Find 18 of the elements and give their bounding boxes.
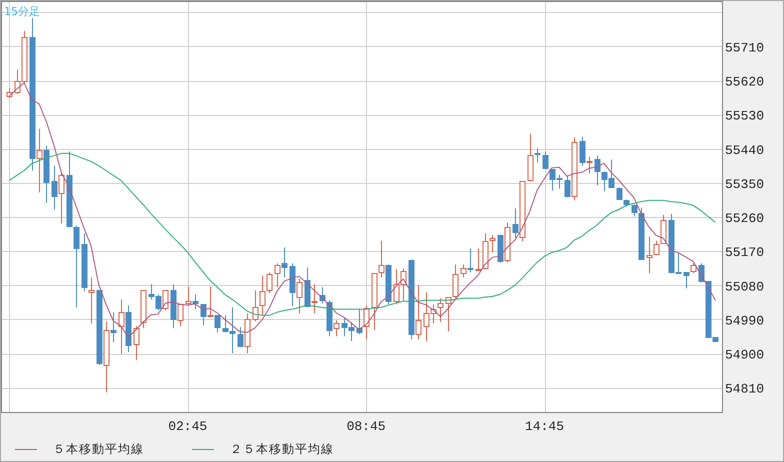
price-axis-label: 55440 xyxy=(725,142,764,158)
candlestick xyxy=(6,88,12,98)
price-axis-label: 54900 xyxy=(725,348,764,363)
chart-period-label: 15分足 xyxy=(4,5,40,18)
legend-label: ２５本移動平均線 xyxy=(230,441,334,458)
price-axis-label: 55530 xyxy=(725,108,764,124)
time-axis-label: 02:45 xyxy=(168,419,208,434)
time-axis-label: 08:45 xyxy=(346,419,386,434)
price-axis-label: 55080 xyxy=(725,279,764,294)
legend-label: ５本移動平均線 xyxy=(53,441,144,458)
price-axis-label: 54990 xyxy=(725,314,764,328)
price-axis-label: 55170 xyxy=(725,245,764,260)
price-axis-label: 55620 xyxy=(725,74,764,90)
price-axis-label: 55260 xyxy=(725,211,764,226)
price-axis-label: 55710 xyxy=(725,40,764,56)
price-axis-label: 55350 xyxy=(725,177,764,192)
time-axis-label: 14:45 xyxy=(525,419,564,434)
price-axis-label: 54810 xyxy=(725,382,764,397)
